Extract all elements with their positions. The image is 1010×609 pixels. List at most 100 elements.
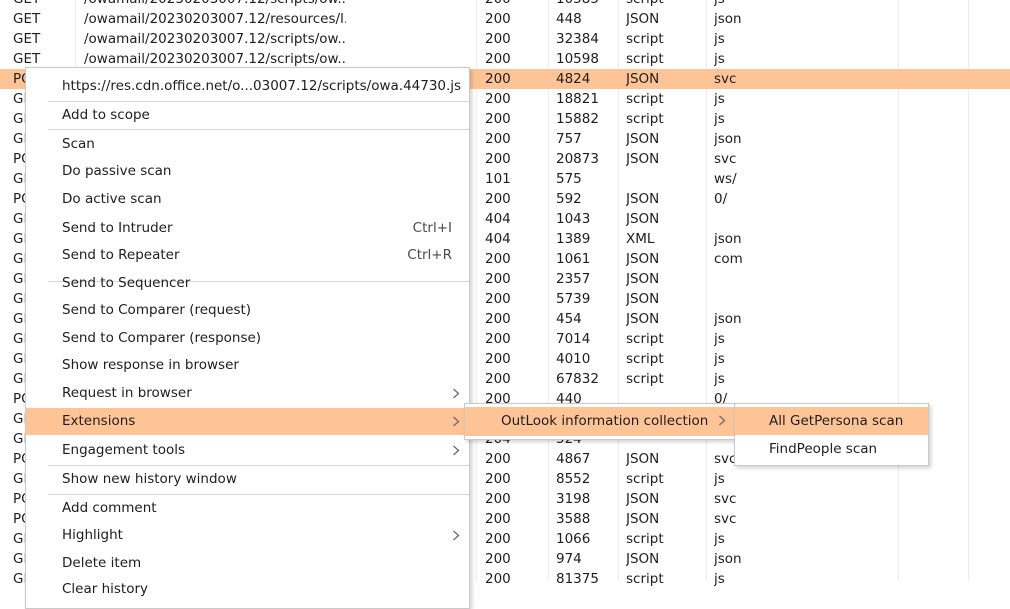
- chevron-right-icon: [452, 380, 462, 407]
- delete-item-menu-item[interactable]: Delete item: [26, 550, 469, 577]
- response-length-cell: 32384: [556, 31, 599, 47]
- menu-item-label: OutLook information collection: [501, 413, 709, 429]
- table-row[interactable]: GET/owamail/20230203007.12/resources/l. 2…: [0, 9, 1010, 29]
- show-response-in-browser-menu-item[interactable]: Show response in browser: [26, 352, 469, 379]
- extension-cell: js: [714, 351, 725, 367]
- extensions-menu-item[interactable]: Extensions: [26, 408, 469, 435]
- menu-item-label: Request in browser: [62, 385, 192, 401]
- send-to-intruder-menu-item[interactable]: Send to Intruder Ctrl+I: [26, 215, 469, 242]
- table-row[interactable]: GET/owamail/20230203007.12/scripts/ow...…: [0, 49, 1010, 69]
- extension-cell: js: [714, 531, 725, 547]
- extension-cell: js: [714, 471, 725, 487]
- response-length-cell: 20873: [556, 151, 599, 167]
- extension-cell: json: [714, 551, 742, 567]
- menu-item-label: Send to Intruder: [62, 220, 173, 236]
- request-url-menu-item[interactable]: https://res.cdn.office.net/o...03007.12/…: [26, 73, 469, 100]
- send-to-comparer-response-menu-item[interactable]: Send to Comparer (response): [26, 325, 469, 352]
- response-length-cell: 7014: [556, 331, 591, 347]
- response-length-cell: 974: [556, 551, 582, 567]
- extension-cell: js: [714, 571, 725, 587]
- highlight-menu-item[interactable]: Highlight: [26, 522, 469, 549]
- mime-type-cell: script: [626, 531, 664, 547]
- extension-cell: js: [714, 371, 725, 387]
- status-code-cell: 101: [485, 171, 511, 187]
- status-code-cell: 200: [485, 291, 511, 307]
- menu-item-label: Send to Comparer (response): [62, 330, 262, 346]
- request-method-cell: GET: [13, 51, 41, 67]
- extension-cell: svc: [714, 71, 737, 87]
- mime-type-cell: JSON: [626, 191, 660, 207]
- request-method-cell: GET: [13, 31, 41, 47]
- menu-item-label: Do passive scan: [62, 163, 172, 179]
- extension-cell: json: [714, 131, 742, 147]
- status-code-cell: 200: [485, 371, 511, 387]
- mime-type-cell: script: [626, 91, 664, 107]
- mime-type-cell: JSON: [626, 11, 660, 27]
- findpeople-scan-menu-item[interactable]: FindPeople scan: [735, 435, 928, 463]
- mime-type-cell: JSON: [626, 71, 660, 87]
- extension-cell: ws/: [714, 171, 737, 187]
- outlook-information-collection-menu-item[interactable]: OutLook information collection: [465, 407, 735, 436]
- response-length-cell: 18821: [556, 91, 599, 107]
- mime-type-cell: JSON: [626, 451, 660, 467]
- status-code-cell: 200: [485, 551, 511, 567]
- response-length-cell: 1061: [556, 251, 591, 267]
- table-row[interactable]: GET/owamail/20230203007.12/scripts/ow...…: [0, 29, 1010, 49]
- menu-item-label: https://res.cdn.office.net/o...03007.12/…: [62, 78, 462, 94]
- status-code-cell: 404: [485, 211, 511, 227]
- extension-cell: svc: [714, 491, 737, 507]
- table-row[interactable]: GET/owamail/20230203007.12/scripts/ow...…: [0, 0, 1010, 9]
- extension-cell: js: [714, 111, 725, 127]
- request-url-cell: /owamail/20230203007.12/scripts/ow...: [84, 31, 346, 47]
- response-length-cell: 592: [556, 191, 582, 207]
- extension-cell: js: [714, 0, 794, 9]
- menu-item-label: Engagement tools: [62, 442, 185, 458]
- show-new-history-window-menu-item[interactable]: Show new history window: [26, 466, 469, 493]
- extension-cell: svc: [714, 511, 737, 527]
- menu-item-label: Send to Comparer (request): [62, 302, 252, 318]
- mime-type-cell: [626, 169, 701, 189]
- mime-type-cell: script: [626, 51, 664, 67]
- chevron-right-icon: [452, 437, 462, 464]
- menu-item-label: Add comment: [62, 500, 157, 516]
- request-method-cell: GET: [13, 0, 73, 9]
- status-code-cell: 200: [485, 331, 511, 347]
- add-comment-menu-item[interactable]: Add comment: [26, 495, 469, 522]
- send-to-comparer-request-menu-item[interactable]: Send to Comparer (request): [26, 297, 469, 324]
- clear-history-menu-item[interactable]: Clear history: [26, 576, 469, 603]
- status-code-cell: 200: [485, 131, 511, 147]
- context-menu: https://res.cdn.office.net/o...03007.12/…: [25, 67, 470, 609]
- add-to-scope-menu-item[interactable]: Add to scope: [26, 102, 469, 129]
- response-length-cell: 1389: [556, 231, 591, 247]
- response-length-cell: 5739: [556, 291, 591, 307]
- request-in-browser-menu-item[interactable]: Request in browser: [26, 380, 469, 407]
- status-code-cell: 200: [485, 451, 511, 467]
- scan-menu-item[interactable]: Scan: [26, 131, 469, 158]
- menu-item-label: Send to Sequencer: [62, 275, 191, 291]
- all-getpersona-scan-menu-item[interactable]: All GetPersona scan: [735, 407, 928, 435]
- response-length-cell: 15882: [556, 111, 599, 127]
- extension-cell: com: [714, 251, 743, 267]
- mime-type-cell: script: [626, 371, 664, 387]
- status-code-cell: 200: [485, 271, 511, 287]
- passive-scan-menu-item[interactable]: Do passive scan: [26, 158, 469, 185]
- request-url-cell: /owamail/20230203007.12/scripts/ow...: [84, 0, 346, 9]
- request-url-cell: /owamail/20230203007.12/scripts/ow...: [84, 51, 346, 67]
- extensions-submenu: OutLook information collection: [464, 403, 736, 440]
- status-code-cell: 200: [485, 51, 511, 67]
- send-to-sequencer-menu-item[interactable]: Send to Sequencer: [26, 270, 469, 297]
- active-scan-menu-item[interactable]: Do active scan: [26, 186, 469, 213]
- engagement-tools-menu-item[interactable]: Engagement tools: [26, 437, 469, 464]
- response-length-cell: 81375: [556, 571, 599, 587]
- status-code-cell: 200: [485, 71, 511, 87]
- response-length-cell: 4867: [556, 451, 591, 467]
- status-code-cell: 200: [485, 111, 511, 127]
- menu-item-label: Send to Repeater: [62, 247, 180, 263]
- menu-item-label: Highlight: [62, 527, 123, 543]
- send-to-repeater-menu-item[interactable]: Send to Repeater Ctrl+R: [26, 242, 469, 269]
- status-code-cell: 200: [485, 351, 511, 367]
- extension-cell: json: [714, 311, 742, 327]
- mime-type-cell: JSON: [626, 151, 660, 167]
- status-code-cell: 200: [485, 311, 511, 327]
- extension-cell: [714, 269, 794, 289]
